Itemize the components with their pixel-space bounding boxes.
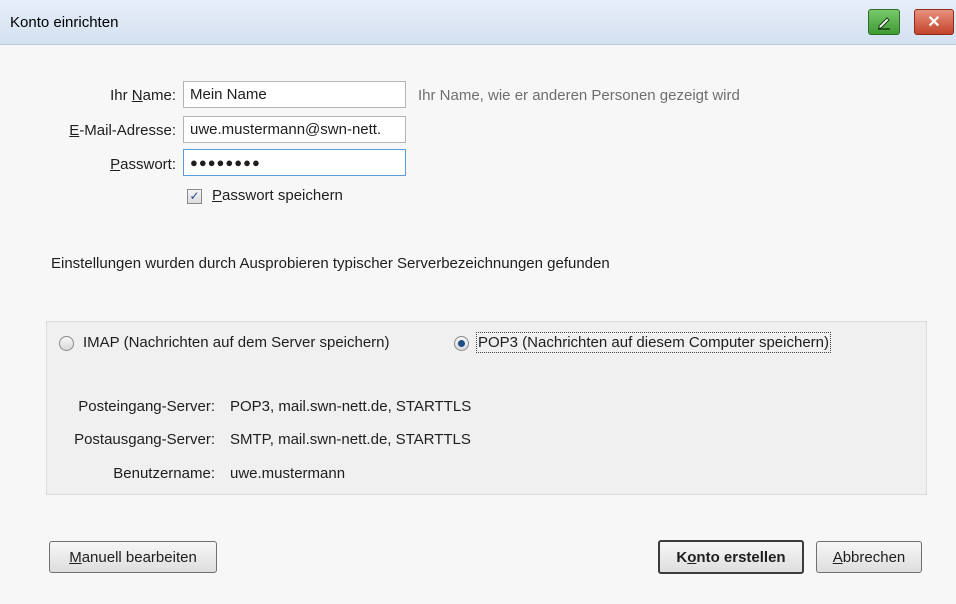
pop3-label[interactable]: POP3 (Nachrichten auf diesem Computer sp… bbox=[476, 332, 831, 353]
name-input[interactable]: Mein Name bbox=[183, 81, 406, 108]
outgoing-server-label: Postausgang-Server: bbox=[74, 431, 215, 448]
password-input[interactable]: ●●●●●●●● bbox=[183, 149, 406, 176]
username-label: Benutzername: bbox=[113, 465, 215, 482]
incoming-server-label: Posteingang-Server: bbox=[78, 398, 215, 415]
incoming-server-value: POP3, mail.swn-nett.de, STARTTLS bbox=[230, 398, 472, 415]
remember-password-checkbox[interactable]: ✓ bbox=[187, 189, 202, 204]
email-input[interactable]: uwe.mustermann@swn-nett. bbox=[183, 116, 406, 143]
close-icon[interactable]: ✕ bbox=[914, 9, 954, 35]
name-label: Ihr Name: bbox=[110, 87, 176, 104]
imap-label[interactable]: IMAP (Nachrichten auf dem Server speiche… bbox=[83, 334, 390, 351]
pop3-radio[interactable] bbox=[454, 336, 469, 351]
remember-password-label[interactable]: Passwort speichern bbox=[212, 187, 343, 204]
password-label: Passwort: bbox=[110, 156, 176, 173]
manual-edit-button[interactable]: Manuell bearbeiten bbox=[49, 541, 217, 573]
imap-radio[interactable] bbox=[59, 336, 74, 351]
title-bar: Konto einrichten ✕ bbox=[0, 0, 956, 45]
outgoing-server-value: SMTP, mail.swn-nett.de, STARTTLS bbox=[230, 431, 471, 448]
window-title: Konto einrichten bbox=[10, 14, 119, 31]
pencil-icon bbox=[878, 17, 890, 30]
name-hint: Ihr Name, wie er anderen Personen gezeig… bbox=[418, 87, 740, 104]
close-glyph: ✕ bbox=[927, 14, 941, 31]
email-label: E-Mail-Adresse: bbox=[69, 122, 176, 139]
info-text: Einstellungen wurden durch Ausprobieren … bbox=[51, 255, 610, 272]
edit-icon[interactable] bbox=[868, 9, 900, 35]
cancel-button[interactable]: Abbrechen bbox=[816, 541, 922, 573]
create-account-button[interactable]: Ko nto erstellen bbox=[658, 540, 804, 574]
username-value: uwe.mustermann bbox=[230, 465, 346, 482]
